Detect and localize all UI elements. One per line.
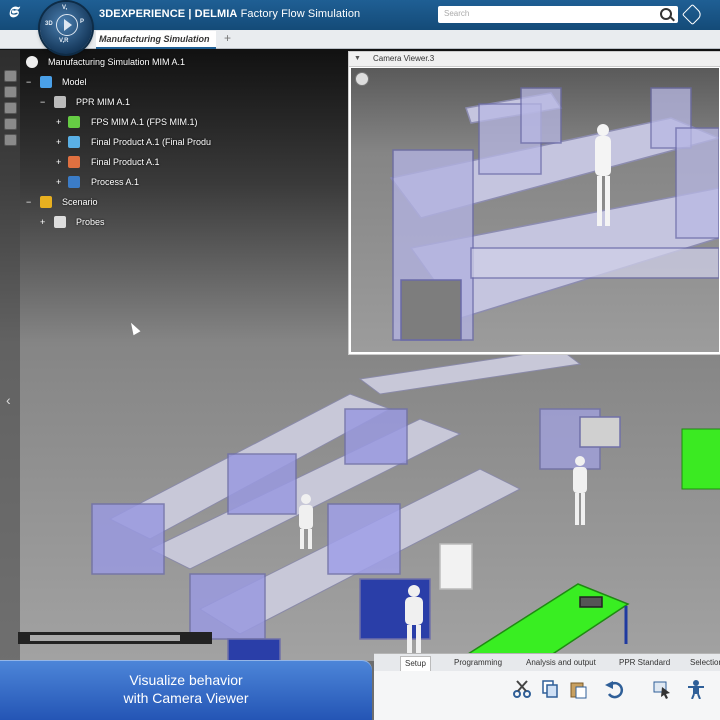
action-icon[interactable] bbox=[4, 118, 17, 130]
scenario-icon bbox=[40, 196, 52, 208]
compass-right-label: P bbox=[80, 19, 85, 25]
play-icon[interactable] bbox=[56, 14, 78, 36]
expand-icon[interactable]: + bbox=[56, 118, 63, 127]
undo-icon[interactable] bbox=[604, 679, 624, 699]
expand-icon[interactable]: + bbox=[56, 138, 63, 147]
search-placeholder: Search bbox=[444, 9, 470, 18]
action-icon[interactable] bbox=[4, 102, 17, 114]
3ds-logo-icon[interactable]: 𝕾 bbox=[8, 4, 18, 21]
scrollbar-thumb[interactable] bbox=[30, 635, 180, 641]
tab-manufacturing-simulation[interactable]: Manufacturing Simulation bbox=[96, 31, 216, 49]
top-bar: 𝕾 3DEXPERIENCE | DELMIA Factory Flow Sim… bbox=[0, 0, 720, 30]
compass-left-label: 3D bbox=[45, 21, 53, 27]
action-icon[interactable] bbox=[4, 86, 17, 98]
left-action-bar: ‹ bbox=[0, 50, 20, 660]
conveyor-lines bbox=[108, 348, 582, 635]
compass-widget[interactable]: V, 3D P V,R bbox=[40, 2, 92, 54]
caption-line-2: with Camera Viewer bbox=[123, 690, 249, 706]
search-icon[interactable] bbox=[660, 8, 672, 20]
camera-scene bbox=[389, 87, 719, 341]
tag-icon[interactable] bbox=[681, 3, 704, 26]
action-ribbon-tabs: Setup Programming Analysis and output PP… bbox=[374, 653, 720, 672]
fps-icon bbox=[68, 116, 80, 128]
product-icon bbox=[68, 156, 80, 168]
tab-analysis-and-output[interactable]: Analysis and output bbox=[526, 658, 596, 667]
select-icon[interactable] bbox=[652, 679, 672, 699]
manikin-icon[interactable] bbox=[686, 679, 706, 699]
paste-icon[interactable] bbox=[568, 679, 588, 699]
camera-viewer-panel[interactable]: ▼ Camera Viewer.3 bbox=[348, 51, 720, 355]
app-title: 3DEXPERIENCE | DELMIA Factory Flow Simul… bbox=[99, 8, 361, 20]
camera-button-icon[interactable] bbox=[355, 72, 369, 86]
green-machine bbox=[681, 428, 720, 490]
compass-bottom-label: V,R bbox=[59, 38, 69, 44]
tab-ppr-standard[interactable]: PPR Standard bbox=[619, 658, 670, 667]
compass-top-label: V, bbox=[62, 5, 68, 11]
camera-viewer-header: ▼ Camera Viewer.3 bbox=[349, 52, 720, 67]
caption-line-1: Visualize behavior bbox=[129, 672, 243, 688]
tab-programming[interactable]: Programming bbox=[454, 658, 502, 667]
tab-setup[interactable]: Setup bbox=[400, 656, 431, 671]
action-ribbon-tools bbox=[374, 671, 720, 720]
camera-viewer-title: Camera Viewer.3 bbox=[373, 54, 435, 63]
camera-viewer-view[interactable] bbox=[351, 68, 719, 352]
action-icon[interactable] bbox=[4, 70, 17, 82]
collapse-icon[interactable]: − bbox=[26, 198, 33, 207]
action-icon[interactable] bbox=[4, 134, 17, 146]
collapse-icon[interactable]: − bbox=[40, 98, 47, 107]
green-table bbox=[466, 583, 630, 661]
collapse-panel-icon[interactable]: ‹ bbox=[6, 392, 11, 408]
copy-icon[interactable] bbox=[540, 679, 560, 699]
simulation-icon bbox=[26, 56, 38, 68]
cut-icon[interactable] bbox=[512, 679, 532, 699]
product-icon bbox=[68, 136, 80, 148]
search-field[interactable]: Search bbox=[438, 6, 678, 23]
tab-selection[interactable]: Selection bbox=[690, 658, 720, 667]
collapse-icon[interactable]: − bbox=[26, 78, 33, 87]
probes-icon bbox=[54, 216, 66, 228]
model-icon bbox=[40, 76, 52, 88]
expand-icon[interactable]: + bbox=[40, 218, 47, 227]
process-icon bbox=[68, 176, 80, 188]
expand-icon[interactable]: + bbox=[56, 178, 63, 187]
add-tab-button[interactable]: + bbox=[224, 31, 231, 45]
horizontal-scrollbar[interactable] bbox=[18, 632, 212, 644]
collapse-arrow-icon[interactable]: ▼ bbox=[354, 55, 361, 62]
expand-icon[interactable]: + bbox=[56, 158, 63, 167]
caption-banner: Visualize behavior with Camera Viewer bbox=[0, 660, 372, 720]
ppr-icon bbox=[54, 96, 66, 108]
